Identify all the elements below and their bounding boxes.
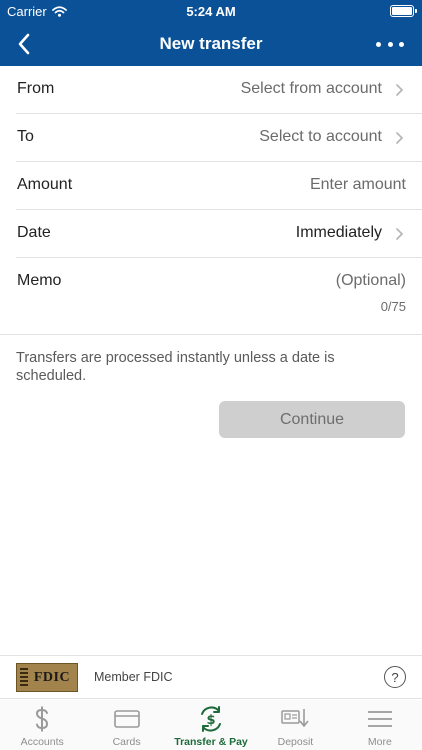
tab-label: Cards bbox=[112, 736, 141, 748]
date-row[interactable]: Date Immediately bbox=[16, 210, 422, 258]
tab-bar: Accounts Cards $ Transfer & Pay Deposit … bbox=[0, 700, 422, 750]
chevron-right-icon bbox=[396, 132, 404, 144]
tab-accounts[interactable]: Accounts bbox=[0, 700, 84, 750]
from-label: From bbox=[17, 80, 55, 97]
more-dots-icon bbox=[376, 41, 381, 47]
date-value: Immediately bbox=[295, 224, 382, 241]
transfer-icon: $ bbox=[201, 706, 222, 732]
to-label: To bbox=[17, 128, 34, 145]
continue-button[interactable]: Continue bbox=[219, 401, 405, 438]
transfer-form: From Select from account To Select to ac… bbox=[0, 66, 422, 335]
memo-input[interactable]: (Optional) bbox=[336, 272, 406, 290]
tab-deposit[interactable]: Deposit bbox=[253, 700, 337, 750]
tab-label: More bbox=[367, 736, 392, 748]
fdic-footer: FDIC Member FDIC ? bbox=[0, 655, 422, 699]
screen: Carrier 5:24 AM New transfer From Select… bbox=[0, 0, 422, 750]
amount-row[interactable]: Amount Enter amount bbox=[16, 162, 422, 210]
status-time: 5:24 AM bbox=[186, 4, 236, 19]
memo-label: Memo bbox=[17, 272, 62, 289]
chevron-right-icon bbox=[396, 84, 404, 96]
from-account-value: Select from account bbox=[240, 80, 382, 97]
transfer-info-note: Transfers are processed instantly unless… bbox=[16, 350, 335, 384]
member-fdic-text: Member FDIC bbox=[94, 670, 173, 684]
amount-input[interactable]: Enter amount bbox=[310, 176, 406, 194]
navigation-bar: New transfer bbox=[0, 22, 422, 66]
svg-text:$: $ bbox=[206, 713, 215, 728]
tab-label: Accounts bbox=[20, 736, 64, 748]
memo-character-counter: 0/75 bbox=[380, 299, 406, 314]
fdic-logo: FDIC bbox=[16, 663, 78, 692]
tab-label: Deposit bbox=[277, 736, 314, 748]
status-bar: Carrier 5:24 AM bbox=[0, 0, 422, 22]
tab-label: Transfer & Pay bbox=[174, 736, 248, 748]
card-icon bbox=[113, 710, 140, 728]
memo-row[interactable]: Memo (Optional) 0/75 bbox=[0, 258, 422, 335]
top-bar: Carrier 5:24 AM New transfer bbox=[0, 0, 422, 66]
tab-more[interactable]: More bbox=[338, 700, 422, 750]
tab-cards[interactable]: Cards bbox=[84, 700, 168, 750]
more-options-button[interactable] bbox=[376, 30, 404, 58]
to-account-value: Select to account bbox=[259, 128, 382, 145]
menu-icon bbox=[367, 711, 392, 727]
from-account-row[interactable]: From Select from account bbox=[16, 66, 422, 114]
dollar-icon bbox=[36, 706, 49, 732]
battery-icon bbox=[390, 5, 417, 17]
page-title: New transfer bbox=[159, 34, 263, 53]
tab-transfer-pay[interactable]: $ Transfer & Pay bbox=[169, 700, 253, 750]
help-button[interactable]: ? bbox=[384, 666, 406, 688]
to-account-row[interactable]: To Select to account bbox=[16, 114, 422, 162]
deposit-icon bbox=[281, 709, 310, 728]
date-label: Date bbox=[17, 224, 51, 241]
chevron-right-icon bbox=[396, 228, 404, 240]
amount-label: Amount bbox=[17, 176, 73, 193]
